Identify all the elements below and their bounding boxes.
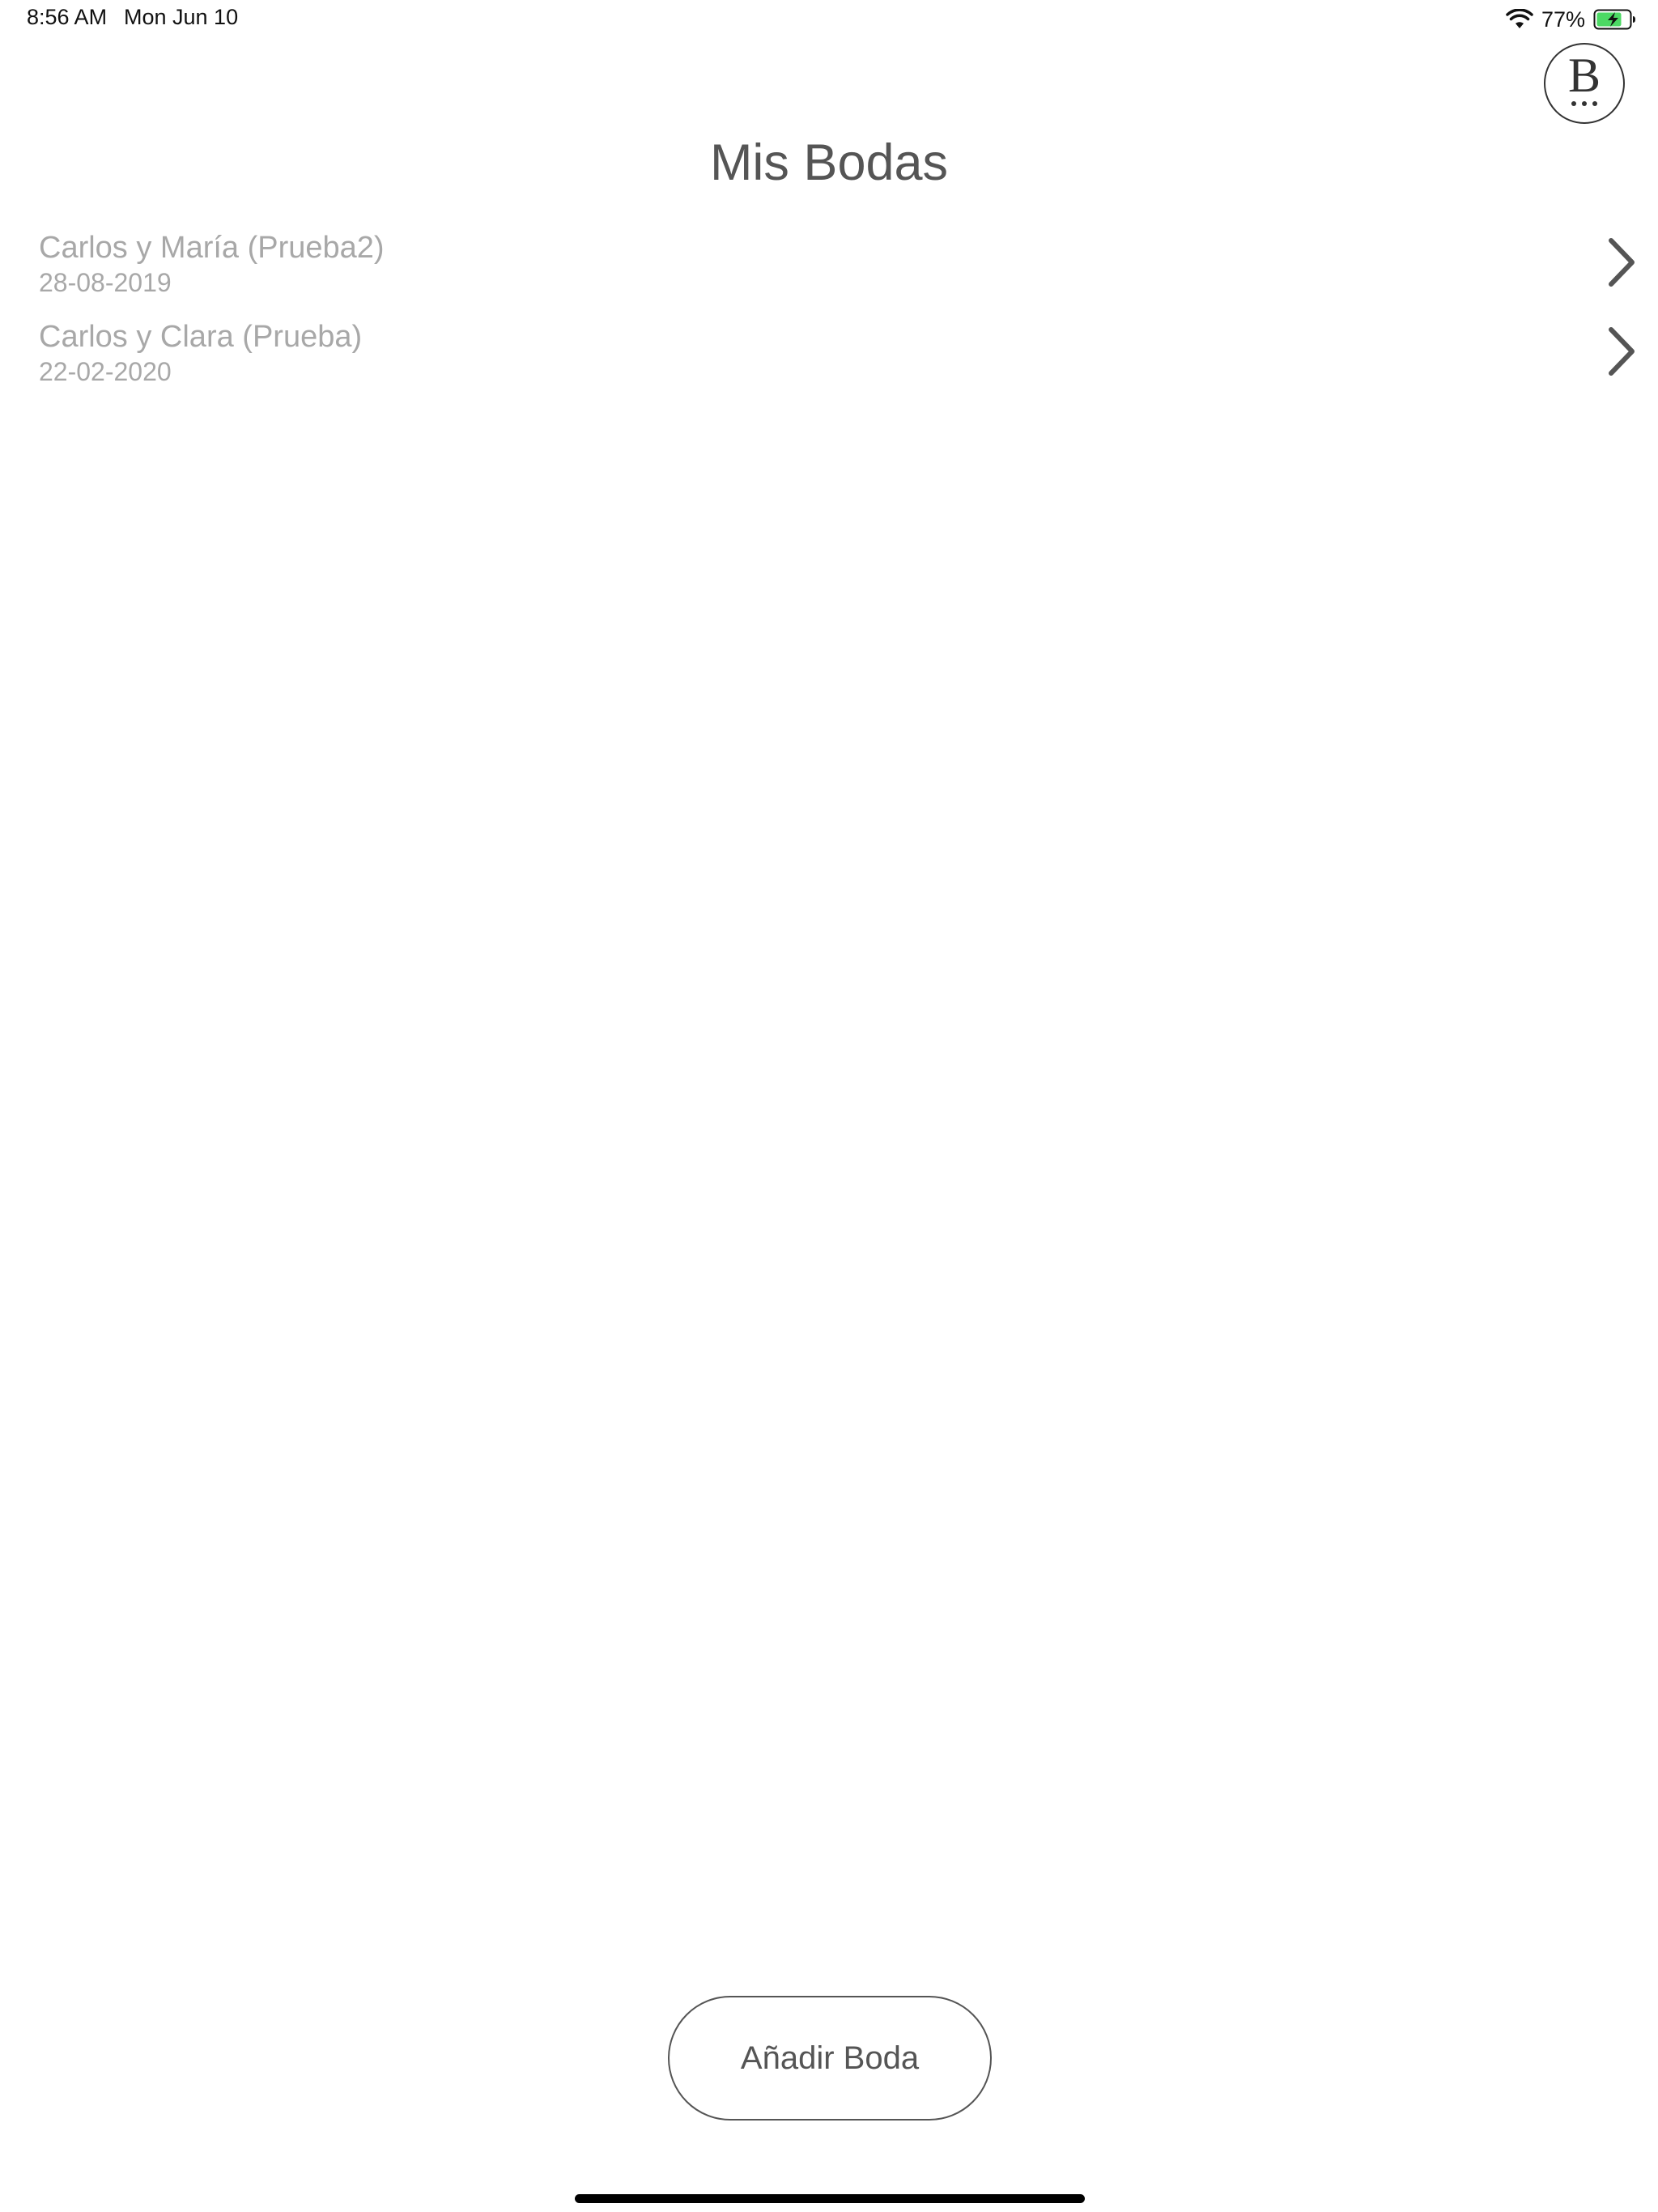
wedding-name: Carlos y Clara (Prueba) — [39, 320, 363, 354]
logo-letter: B — [1567, 49, 1601, 102]
wedding-row[interactable]: Carlos y Clara (Prueba) 22-02-2020 — [0, 320, 1658, 409]
home-indicator[interactable] — [575, 2194, 1085, 2203]
page-title: Mis Bodas — [709, 134, 949, 191]
chevron-right-icon[interactable] — [1605, 237, 1637, 287]
status-time: 8:56 AM — [27, 5, 108, 29]
wedding-date: 28-08-2019 — [39, 268, 172, 297]
battery-percent: 77% — [1541, 6, 1585, 32]
status-indicators: 77% — [1506, 6, 1637, 32]
chevron-right-icon[interactable] — [1605, 326, 1637, 376]
wedding-list: Carlos y María (Prueba2) 28-08-2019 Carl… — [0, 231, 1658, 409]
brand-logo[interactable]: B — [1544, 43, 1625, 124]
wedding-row[interactable]: Carlos y María (Prueba2) 28-08-2019 — [0, 231, 1658, 320]
logo-dots — [1545, 101, 1623, 106]
add-wedding-button[interactable]: Añadir Boda — [668, 1996, 992, 2121]
wedding-name: Carlos y María (Prueba2) — [39, 231, 385, 265]
wedding-date: 22-02-2020 — [39, 357, 172, 386]
status-date: Mon Jun 10 — [124, 5, 239, 29]
battery-charging-icon — [1593, 9, 1637, 30]
status-bar: 8:56 AM Mon Jun 10 77% — [0, 0, 1658, 40]
wifi-icon — [1506, 9, 1533, 30]
